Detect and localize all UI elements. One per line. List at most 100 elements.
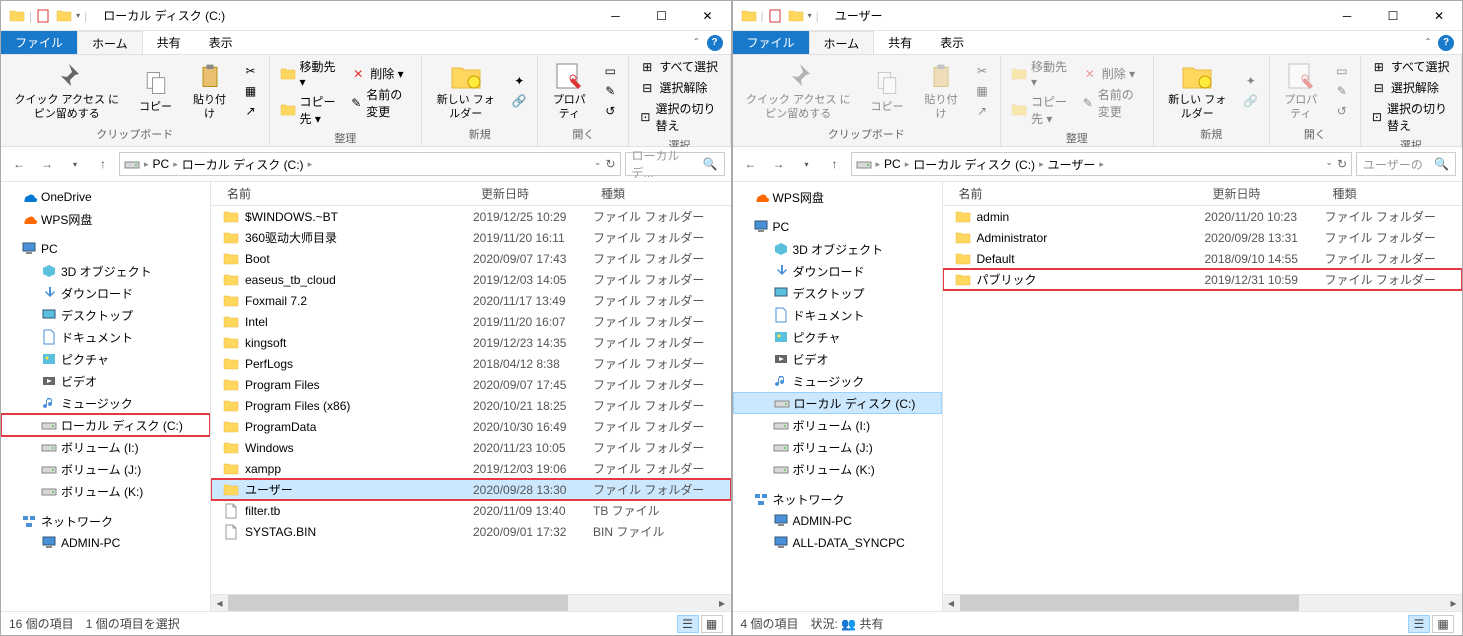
history-button[interactable]: ↺ bbox=[598, 102, 622, 120]
delete-button[interactable]: ✕削除 ▾ bbox=[1078, 64, 1147, 83]
icons-view-button[interactable]: ▦ bbox=[701, 615, 723, 633]
tab-view[interactable]: 表示 bbox=[195, 31, 247, 54]
tree-item[interactable]: ネットワーク bbox=[733, 488, 942, 510]
maximize-button[interactable]: ☐ bbox=[1370, 1, 1416, 31]
new-item-button[interactable]: ✦ bbox=[507, 72, 531, 90]
help-icon[interactable]: ? bbox=[707, 35, 723, 51]
qat-dropdown[interactable]: ▾ bbox=[808, 11, 812, 20]
file-row[interactable]: Windows 2020/11/23 10:05 ファイル フォルダー bbox=[211, 437, 731, 458]
tree-item[interactable]: 3D オブジェクト bbox=[1, 260, 210, 282]
tab-view[interactable]: 表示 bbox=[926, 31, 978, 54]
copy-button[interactable]: コピー bbox=[131, 65, 181, 116]
scroll-left-button[interactable]: ◂ bbox=[211, 595, 228, 612]
tree-item[interactable]: WPS网盘 bbox=[1, 208, 210, 230]
tree-item[interactable]: ボリューム (K:) bbox=[1, 480, 210, 502]
file-row[interactable]: filter.tb 2020/11/09 13:40 TB ファイル bbox=[211, 500, 731, 521]
tree-item[interactable]: ダウンロード bbox=[733, 260, 942, 282]
file-row[interactable]: Boot 2020/09/07 17:43 ファイル フォルダー bbox=[211, 248, 731, 269]
tree-item[interactable]: デスクトップ bbox=[1, 304, 210, 326]
tree-item[interactable]: ALL-DATA_SYNCPC bbox=[733, 532, 942, 554]
invert-selection-button[interactable]: ⊡選択の切り替え bbox=[1367, 99, 1455, 135]
file-row[interactable]: kingsoft 2019/12/23 14:35 ファイル フォルダー bbox=[211, 332, 731, 353]
tree-item[interactable]: ダウンロード bbox=[1, 282, 210, 304]
address-box[interactable]: ▸ PC▸ローカル ディスク (C:)▸ ⌄↻ bbox=[119, 152, 621, 176]
breadcrumb-segment[interactable]: ユーザー bbox=[1048, 156, 1096, 173]
refresh-button[interactable]: ↻ bbox=[605, 157, 615, 171]
file-list[interactable]: admin 2020/11/20 10:23 ファイル フォルダー Admini… bbox=[943, 206, 1463, 594]
file-row[interactable]: Program Files 2020/09/07 17:45 ファイル フォルダ… bbox=[211, 374, 731, 395]
file-row[interactable]: Default 2018/09/10 14:55 ファイル フォルダー bbox=[943, 248, 1463, 269]
file-row[interactable]: xampp 2019/12/03 19:06 ファイル フォルダー bbox=[211, 458, 731, 479]
select-none-button[interactable]: ⊟選択解除 bbox=[1367, 78, 1455, 97]
tree-item[interactable]: PC bbox=[1, 238, 210, 260]
tab-file[interactable]: ファイル bbox=[1, 31, 77, 54]
properties-icon[interactable] bbox=[36, 8, 52, 24]
file-row[interactable]: ProgramData 2020/10/30 16:49 ファイル フォルダー bbox=[211, 416, 731, 437]
properties-button[interactable]: プロパ ティ bbox=[1276, 58, 1326, 122]
tree-item[interactable]: ADMIN-PC bbox=[1, 532, 210, 554]
file-row[interactable]: Foxmail 7.2 2020/11/17 13:49 ファイル フォルダー bbox=[211, 290, 731, 311]
maximize-button[interactable]: ☐ bbox=[639, 1, 685, 31]
search-input[interactable]: ローカル デ...🔍 bbox=[625, 152, 725, 176]
tree-item[interactable]: ビデオ bbox=[733, 348, 942, 370]
ribbon-collapse[interactable]: ˆ bbox=[695, 36, 699, 50]
file-row[interactable]: SYSTAG.BIN 2020/09/01 17:32 BIN ファイル bbox=[211, 521, 731, 542]
invert-selection-button[interactable]: ⊡選択の切り替え bbox=[635, 99, 723, 135]
paste-shortcut-button[interactable]: ↗ bbox=[239, 102, 263, 120]
dropdown-icon[interactable]: ⌄ bbox=[594, 157, 602, 171]
scroll-right-button[interactable]: ▸ bbox=[1445, 595, 1462, 612]
details-view-button[interactable]: ☰ bbox=[1408, 615, 1430, 633]
open-button[interactable]: ▭ bbox=[1330, 62, 1354, 80]
new-folder-button[interactable]: 新しい フォルダー bbox=[428, 58, 503, 122]
select-all-button[interactable]: ⊞すべて選択 bbox=[1367, 57, 1455, 76]
back-button[interactable]: ← bbox=[7, 152, 31, 176]
copy-to-button[interactable]: コピー先 ▾ bbox=[1007, 92, 1074, 128]
tree-item[interactable]: ネットワーク bbox=[1, 510, 210, 532]
navigation-pane[interactable]: OneDriveWPS网盘PC3D オブジェクトダウンロードデスクトップドキュメ… bbox=[1, 182, 211, 611]
paste-button[interactable]: 貼り付け bbox=[916, 58, 966, 122]
easy-access-button[interactable]: 🔗 bbox=[507, 92, 531, 110]
move-to-button[interactable]: 移動先 ▾ bbox=[1007, 57, 1074, 90]
column-name[interactable]: 名前 bbox=[211, 185, 473, 202]
up-button[interactable]: ↑ bbox=[91, 152, 115, 176]
ribbon-collapse[interactable]: ˆ bbox=[1426, 36, 1430, 50]
file-row[interactable]: 360驱动大师目录 2019/11/20 16:11 ファイル フォルダー bbox=[211, 227, 731, 248]
navigation-pane[interactable]: WPS网盘PC3D オブジェクトダウンロードデスクトップドキュメントピクチャビデ… bbox=[733, 182, 943, 611]
tree-item[interactable]: デスクトップ bbox=[733, 282, 942, 304]
properties-button[interactable]: プロパ ティ bbox=[544, 58, 594, 122]
cut-button[interactable]: ✂ bbox=[970, 62, 994, 80]
cut-button[interactable]: ✂ bbox=[239, 62, 263, 80]
tree-item[interactable]: ピクチャ bbox=[733, 326, 942, 348]
scroll-thumb[interactable] bbox=[228, 595, 568, 612]
tree-item[interactable]: 3D オブジェクト bbox=[733, 238, 942, 260]
refresh-button[interactable]: ↻ bbox=[1337, 157, 1347, 171]
search-input[interactable]: ユーザーの🔍 bbox=[1356, 152, 1456, 176]
tab-share[interactable]: 共有 bbox=[143, 31, 195, 54]
breadcrumb-segment[interactable]: ローカル ディスク (C:) bbox=[913, 156, 1035, 173]
copy-path-button[interactable]: ▦ bbox=[970, 82, 994, 100]
tab-file[interactable]: ファイル bbox=[733, 31, 809, 54]
tree-item[interactable]: OneDrive bbox=[1, 186, 210, 208]
easy-access-button[interactable]: 🔗 bbox=[1239, 92, 1263, 110]
tree-item[interactable]: ボリューム (J:) bbox=[1, 458, 210, 480]
move-to-button[interactable]: 移動先 ▾ bbox=[276, 57, 343, 90]
tree-item[interactable]: ビデオ bbox=[1, 370, 210, 392]
dropdown-icon[interactable]: ⌄ bbox=[1325, 157, 1333, 171]
edit-button[interactable]: ✎ bbox=[1330, 82, 1354, 100]
tree-item[interactable]: WPS网盘 bbox=[733, 186, 942, 208]
select-none-button[interactable]: ⊟選択解除 bbox=[635, 78, 723, 97]
help-icon[interactable]: ? bbox=[1438, 35, 1454, 51]
forward-button[interactable]: → bbox=[767, 152, 791, 176]
tree-item[interactable]: ドキュメント bbox=[733, 304, 942, 326]
tab-home[interactable]: ホーム bbox=[809, 31, 875, 54]
close-button[interactable]: ✕ bbox=[1416, 1, 1462, 31]
tree-item[interactable]: ミュージック bbox=[1, 392, 210, 414]
close-button[interactable]: ✕ bbox=[685, 1, 731, 31]
icons-view-button[interactable]: ▦ bbox=[1432, 615, 1454, 633]
back-button[interactable]: ← bbox=[739, 152, 763, 176]
select-all-button[interactable]: ⊞すべて選択 bbox=[635, 57, 723, 76]
qat-dropdown[interactable]: ▾ bbox=[76, 11, 80, 20]
paste-shortcut-button[interactable]: ↗ bbox=[970, 102, 994, 120]
new-folder-button[interactable]: 新しい フォルダー bbox=[1160, 58, 1235, 122]
history-button[interactable]: ↺ bbox=[1330, 102, 1354, 120]
